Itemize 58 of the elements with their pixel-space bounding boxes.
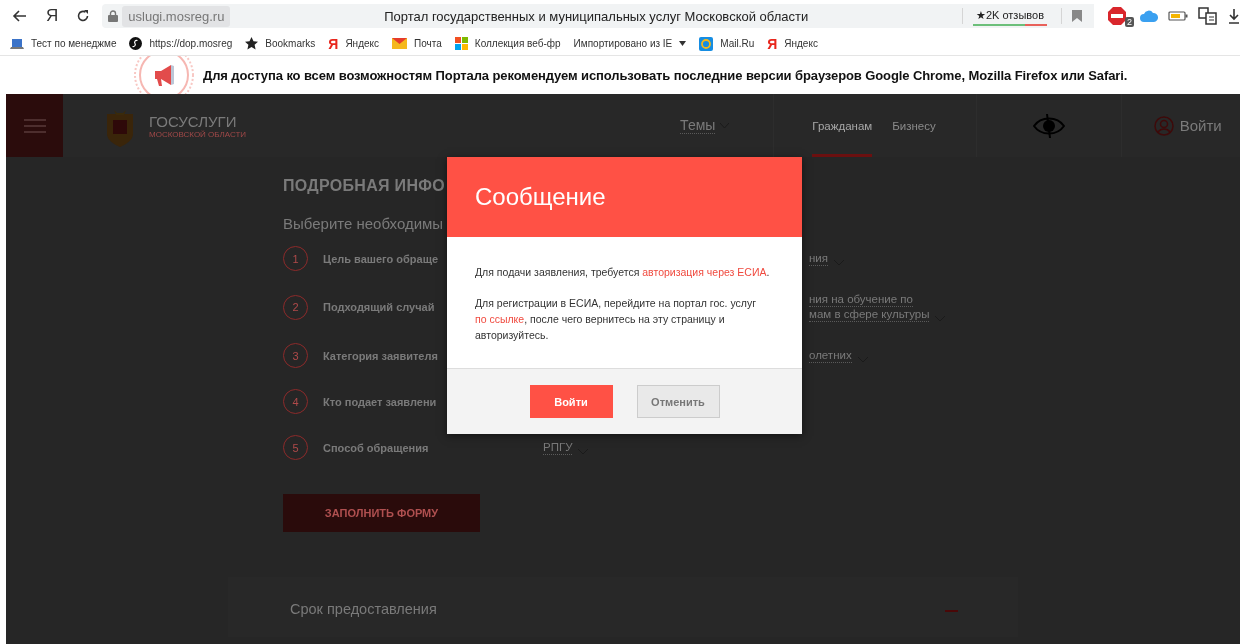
browser-notice: Для доступа ко всем возможностям Портала рекомендуем использовать последние версии браузеров Google Chrome, Mozilla Firefox или Safari.: [203, 67, 1128, 83]
step-label: Цель вашего обраще: [323, 252, 439, 265]
fill-form-button[interactable]: ЗАПОЛНИТЬ ФОРМУ: [283, 494, 480, 532]
page-title: Портал государственных и муниципальных услуг Московской области: [383, 8, 810, 24]
dialog-message: Для подачи заявления, требуется авторизация через ЕСИА.: [475, 265, 771, 280]
step-value-dropdown[interactable]: олетних: [543, 348, 1240, 363]
bookmark-item[interactable]: Mail.Ru: [699, 36, 755, 51]
cloud-icon: [1140, 10, 1158, 22]
site-region: МОСКОВСКОЙ ОБЛАСТИ: [149, 129, 247, 139]
user-icon: [1153, 115, 1174, 136]
step-label: Категория заявителя: [323, 349, 438, 362]
bookmark-item[interactable]: Почта: [392, 38, 442, 49]
bookmark-item[interactable]: https://dop.mosreg: [129, 37, 233, 50]
step-label: Способ обращения: [323, 441, 429, 454]
caret-icon: [679, 41, 687, 46]
stop-sign-icon: [1108, 7, 1126, 25]
laptop-icon: [10, 37, 24, 50]
extension-badge: 2: [1125, 17, 1134, 27]
address-bar[interactable]: uslugi.mosreg.ru Портал государственных и муниципальных услуг Московской области ★2K отзывов: [102, 4, 1094, 28]
screen-icon: [1198, 6, 1218, 26]
audience-tab[interactable]: Гражданам: [812, 97, 873, 157]
star-icon: [245, 37, 259, 50]
bookmark-item[interactable]: Импортировано из IE: [573, 38, 687, 49]
site-icon: [129, 37, 143, 50]
bookmark-item[interactable]: Коллекция веб-фр: [454, 37, 561, 50]
step-label: Кто подает заявлени: [323, 395, 437, 408]
eye-icon: [1032, 112, 1065, 139]
section-heading: ПОДРОБНАЯ ИНФО: [283, 177, 446, 195]
bookmark-item[interactable]: Я Яндекс: [328, 35, 380, 52]
at-sign-icon: [699, 36, 714, 51]
bookmark-item[interactable]: Bookmarks: [245, 37, 316, 50]
card-title: Срок предоставления: [290, 601, 438, 617]
bookmark-icon: [1072, 10, 1082, 22]
back-icon: [12, 8, 28, 24]
step-value-dropdown[interactable]: ния: [543, 251, 1240, 266]
step-label: Подходящий случай: [323, 301, 435, 313]
battery-icon: [1168, 10, 1188, 22]
lock-icon: [108, 10, 119, 22]
step-value-dropdown[interactable]: РПГУ: [543, 440, 1240, 455]
windows-icon: [454, 37, 468, 50]
bookmark-item[interactable]: Я Яндекс: [767, 35, 818, 52]
section-subheading: Выберите необходимы: [283, 215, 445, 232]
audience-tab[interactable]: Бизнесу: [892, 97, 936, 157]
yandex-button[interactable]: Я: [42, 6, 63, 26]
site-brand: ГОСУСЛУГИ: [149, 112, 238, 130]
dialog-title: Сообщение: [475, 183, 606, 211]
yandex-logo: Я: [767, 35, 778, 52]
menu-button[interactable]: [6, 94, 63, 157]
domain-label: uslugi.mosreg.ru: [122, 5, 231, 27]
menu-icon: [23, 118, 46, 133]
dialog-message: Для регистрации в ЕСИА, перейдите на портал гос. услуг по ссылке, после чего вернитесь на эту страницу и авторизуйтесь.: [475, 296, 757, 343]
download-icon: [1228, 8, 1240, 24]
bookmark-item[interactable]: Тест по менеджме: [10, 37, 117, 50]
envelope-icon: [392, 38, 408, 49]
yandex-logo: Я: [328, 35, 339, 52]
reload-icon: [76, 9, 91, 23]
cancel-button[interactable]: Отменить: [636, 385, 720, 418]
reviews-link[interactable]: ★2K отзывов: [972, 6, 1047, 26]
